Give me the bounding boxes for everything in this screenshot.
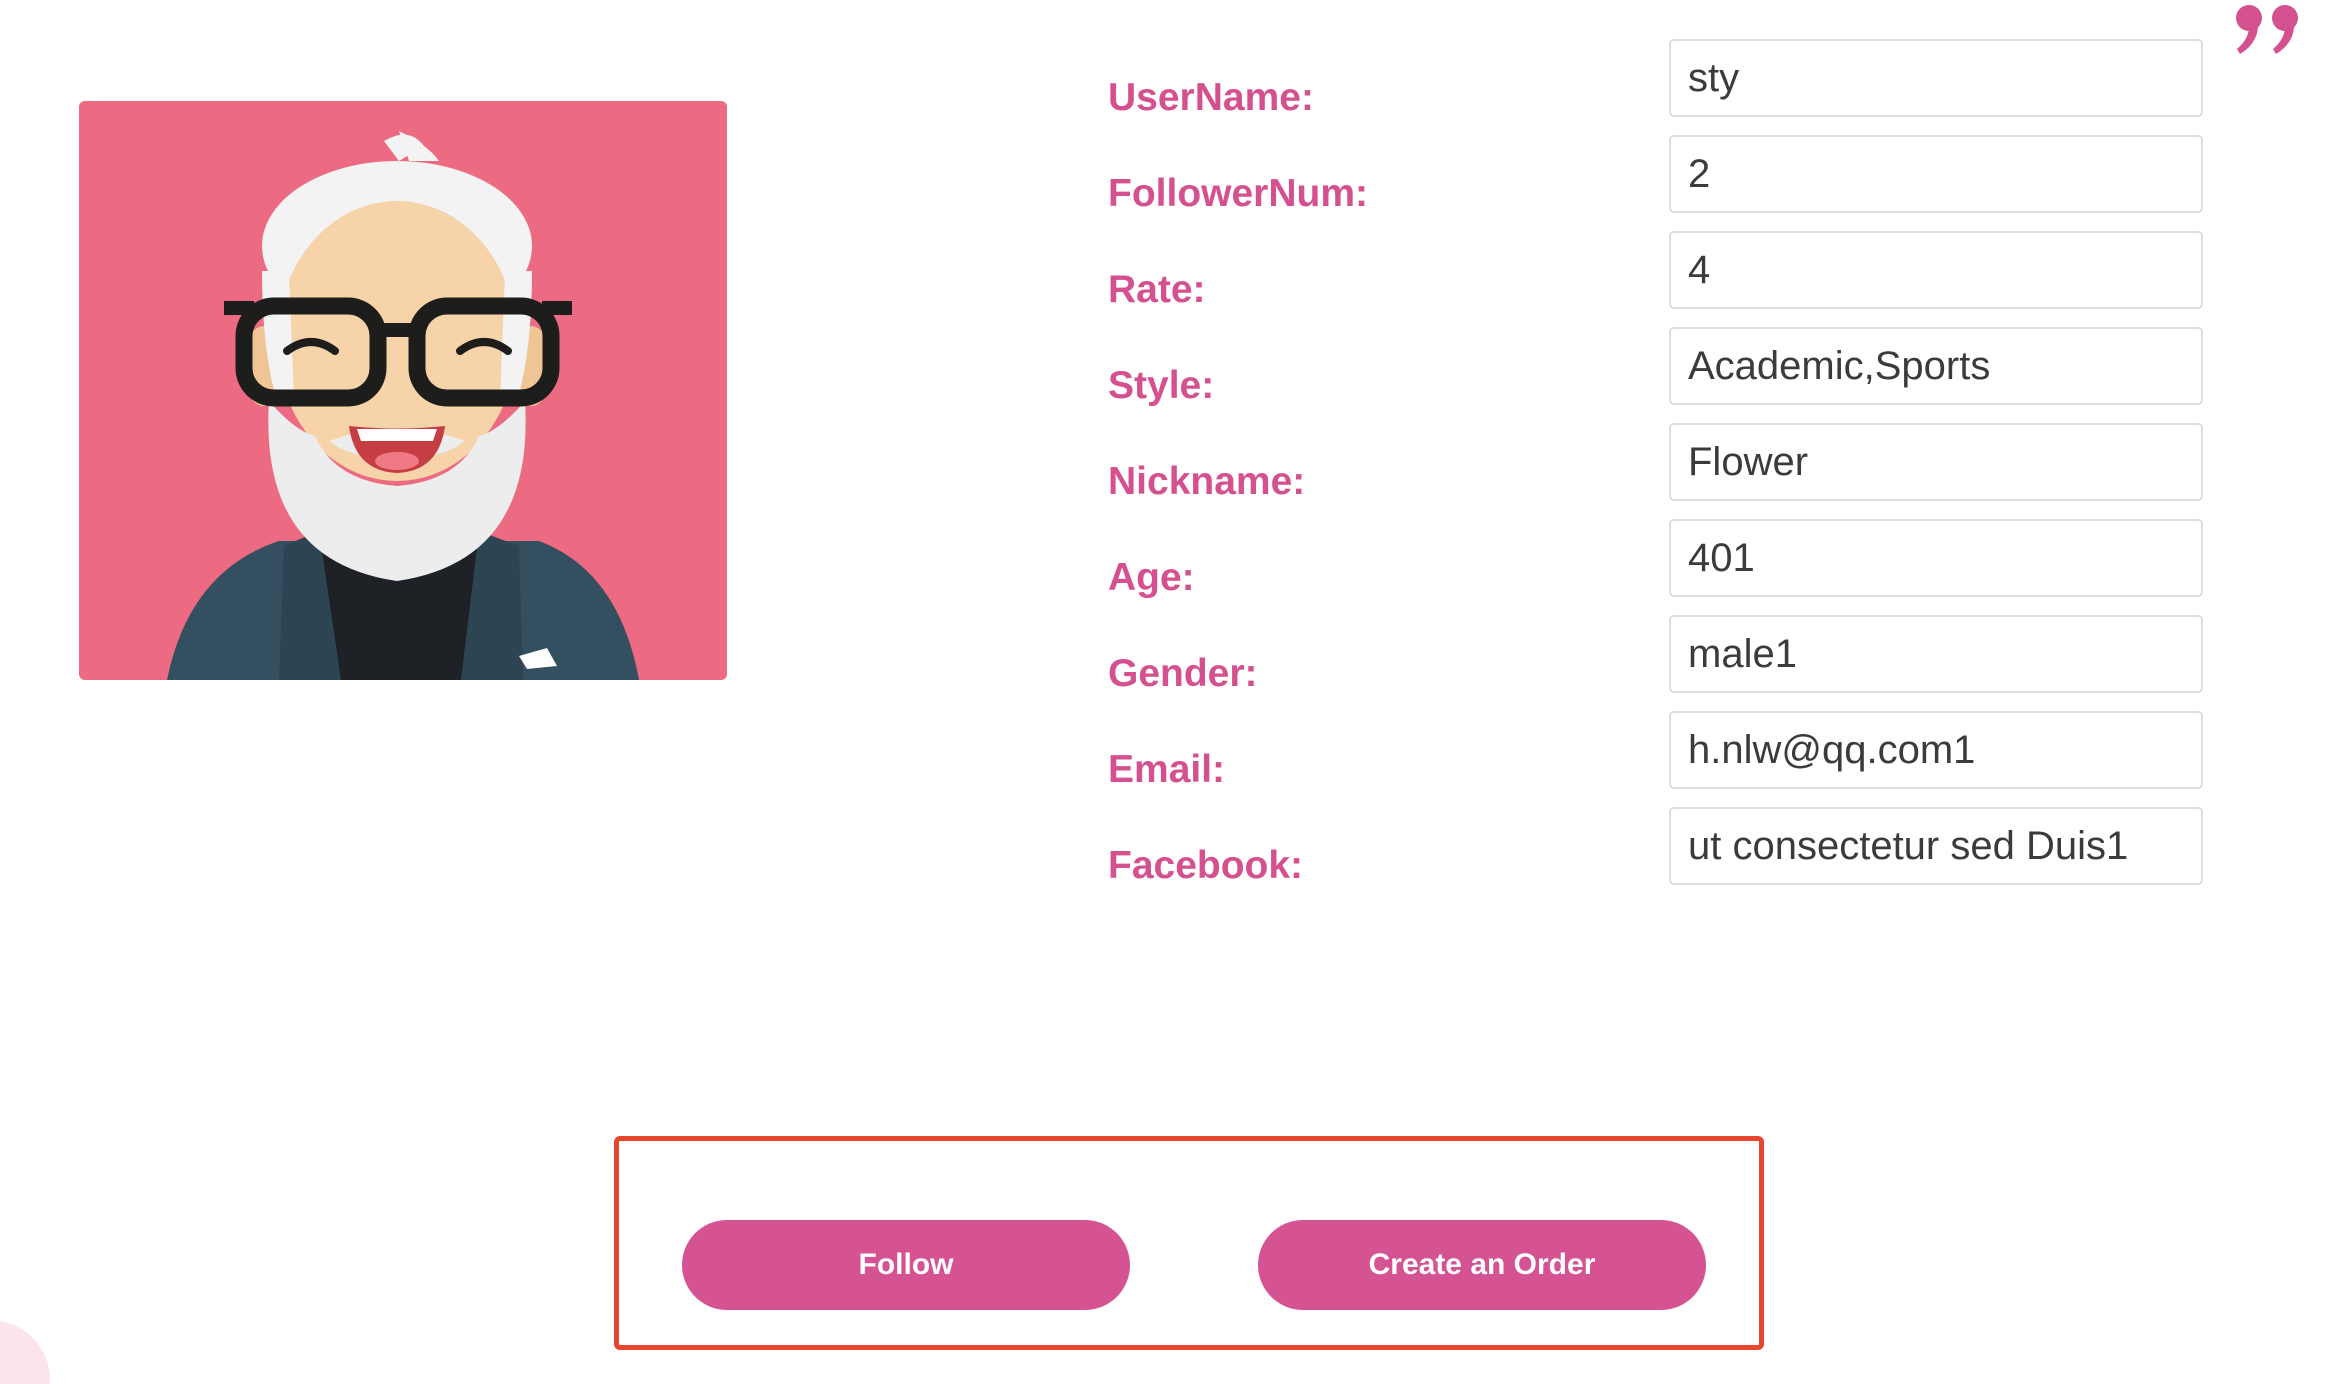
rate-label: Rate: <box>1108 268 1206 311</box>
gender-label: Gender: <box>1108 652 1258 695</box>
rate-input[interactable] <box>1669 231 2203 309</box>
nickname-label: Nickname: <box>1108 460 1306 503</box>
username-input[interactable] <box>1669 39 2203 117</box>
facebook-input[interactable] <box>1669 807 2203 885</box>
corner-decoration <box>0 1320 50 1384</box>
age-input[interactable] <box>1669 519 2203 597</box>
age-label: Age: <box>1108 556 1195 599</box>
quote-mark-icon <box>2232 0 2306 60</box>
facebook-label: Facebook: <box>1108 844 1304 887</box>
follower-num-label: FollowerNum: <box>1108 172 1368 215</box>
email-label: Email: <box>1108 748 1226 791</box>
nickname-input[interactable] <box>1669 423 2203 501</box>
style-input[interactable] <box>1669 327 2203 405</box>
avatar <box>79 101 727 680</box>
field-facebook: Facebook: <box>1108 807 2230 916</box>
user-profile-page: UserName: FollowerNum: Rate: Style: Nick… <box>0 0 2352 1384</box>
email-input[interactable] <box>1669 711 2203 789</box>
username-label: UserName: <box>1108 76 1314 119</box>
follow-button[interactable]: Follow <box>682 1220 1130 1310</box>
follower-num-input[interactable] <box>1669 135 2203 213</box>
elderly-man-avatar-icon <box>79 101 727 680</box>
create-order-button[interactable]: Create an Order <box>1258 1220 1706 1310</box>
style-label: Style: <box>1108 364 1215 407</box>
gender-input[interactable] <box>1669 615 2203 693</box>
